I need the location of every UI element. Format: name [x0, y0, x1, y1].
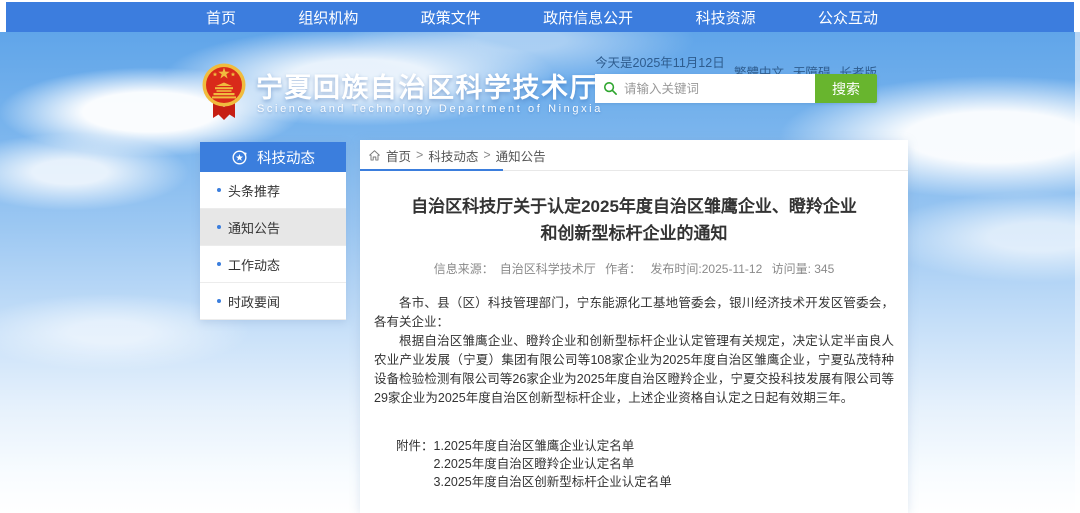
breadcrumb-home[interactable]: 首页 — [386, 146, 411, 165]
nav-item-policy-documents[interactable]: 政策文件 — [421, 7, 481, 28]
article-body: 各市、县（区）科技管理部门，宁东能源化工基地管委会，银川经济技术开发区管委会，各… — [374, 294, 894, 408]
meta-author-label: 作者： — [605, 262, 641, 276]
breadcrumb-separator: > — [416, 148, 423, 162]
breadcrumb-separator: > — [483, 148, 490, 162]
article: 自治区科技厅关于认定2025年度自治区雏鹰企业、瞪羚企业 和创新型标杆企业的通知… — [360, 193, 908, 491]
breadcrumb: 首页 > 科技动态 > 通知公告 — [360, 140, 908, 171]
article-paragraph: 各市、县（区）科技管理部门，宁东能源化工基地管委会，银川经济技术开发区管委会，各… — [374, 294, 894, 332]
attachment-link-3[interactable]: 3.2025年度自治区创新型标杆企业认定名单 — [434, 473, 672, 491]
site-subtitle: Science and Technology Department of Nin… — [257, 103, 603, 115]
breadcrumb-notices[interactable]: 通知公告 — [496, 146, 546, 165]
nav-item-home[interactable]: 首页 — [206, 7, 236, 28]
sidebar-item-headline-recommend[interactable]: 头条推荐 — [200, 172, 346, 209]
meta-visits: 访问量: 345 — [772, 262, 835, 276]
attachments: 附件： 1.2025年度自治区雏鹰企业认定名单 2.2025年度自治区瞪羚企业认… — [374, 437, 894, 491]
attachment-link-1[interactable]: 1.2025年度自治区雏鹰企业认定名单 — [434, 437, 672, 455]
nav-item-organization[interactable]: 组织机构 — [298, 7, 358, 28]
site-title: 宁夏回族自治区科学技术厅 — [256, 66, 598, 105]
sidebar-list: 头条推荐 通知公告 工作动态 时政要闻 — [200, 172, 346, 320]
bullet-dot-icon — [217, 188, 221, 192]
home-icon — [368, 149, 381, 162]
article-paragraph: 根据自治区雏鹰企业、瞪羚企业和创新型标杆企业认定管理有关规定，决定认定半亩良人农… — [374, 332, 894, 408]
article-title-line2: 和创新型标杆企业的通知 — [374, 220, 894, 247]
page-right-edge — [1075, 32, 1080, 513]
search-input-wrap — [595, 74, 815, 103]
attachments-list: 1.2025年度自治区雏鹰企业认定名单 2.2025年度自治区瞪羚企业认定名单 … — [434, 437, 672, 491]
content-card: 首页 > 科技动态 > 通知公告 自治区科技厅关于认定2025年度自治区雏鹰企业… — [360, 140, 908, 513]
article-title: 自治区科技厅关于认定2025年度自治区雏鹰企业、瞪羚企业 和创新型标杆企业的通知 — [374, 193, 894, 247]
meta-source-label: 信息来源： — [434, 262, 494, 276]
sidebar-item-notices[interactable]: 通知公告 — [200, 209, 346, 246]
nav-item-tech-resources[interactable]: 科技资源 — [696, 7, 756, 28]
magnifier-icon — [603, 81, 618, 96]
meta-source: 自治区科学技术厅 — [500, 262, 596, 276]
sidebar-item-label: 通知公告 — [228, 218, 280, 237]
top-nav-items: 首页 组织机构 政策文件 政府信息公开 科技资源 公众互动 — [206, 2, 878, 32]
bullet-dot-icon — [217, 225, 221, 229]
breadcrumb-tech-dynamics[interactable]: 科技动态 — [428, 146, 478, 165]
page: 首页 组织机构 政策文件 政府信息公开 科技资源 公众互动 宁夏回族自治区科学技… — [0, 0, 1080, 513]
sidebar-item-label: 工作动态 — [228, 255, 280, 274]
sidebar-header: 科技动态 — [200, 142, 346, 172]
search-bar: 搜索 — [595, 74, 877, 103]
sidebar-title: 科技动态 — [257, 147, 315, 168]
sidebar: 科技动态 头条推荐 通知公告 工作动态 时政要闻 — [200, 142, 346, 320]
sidebar-item-label: 头条推荐 — [228, 181, 280, 200]
star-circle-icon — [231, 149, 248, 166]
top-nav-bar: 首页 组织机构 政策文件 政府信息公开 科技资源 公众互动 — [6, 2, 1074, 32]
sidebar-item-work-dynamics[interactable]: 工作动态 — [200, 246, 346, 283]
article-title-line1: 自治区科技厅关于认定2025年度自治区雏鹰企业、瞪羚企业 — [374, 193, 894, 220]
meta-publish-time: 发布时间:2025-11-12 — [650, 262, 762, 276]
search-button[interactable]: 搜索 — [815, 74, 877, 103]
nav-item-public-interaction[interactable]: 公众互动 — [818, 7, 878, 28]
sidebar-item-current-politics[interactable]: 时政要闻 — [200, 283, 346, 320]
national-emblem-icon — [201, 60, 247, 122]
search-input[interactable] — [624, 74, 815, 103]
nav-item-gov-info-disclosure[interactable]: 政府信息公开 — [543, 7, 633, 28]
attachment-link-2[interactable]: 2.2025年度自治区瞪羚企业认定名单 — [434, 455, 672, 473]
article-meta: 信息来源： 自治区科学技术厅 作者： 发布时间:2025-11-12 访问量: 3… — [374, 260, 894, 277]
bullet-dot-icon — [217, 262, 221, 266]
sidebar-item-label: 时政要闻 — [228, 292, 280, 311]
breadcrumb-active-underline — [360, 169, 503, 171]
bullet-dot-icon — [217, 299, 221, 303]
attachments-label: 附件： — [396, 437, 434, 491]
